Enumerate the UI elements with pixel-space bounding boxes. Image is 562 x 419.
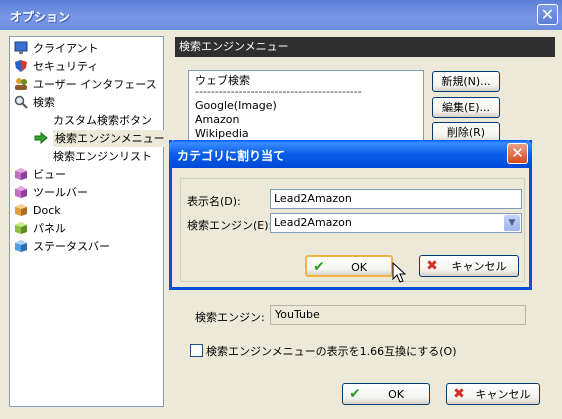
chevron-down-icon[interactable]: ▼	[504, 215, 520, 231]
ok-button[interactable]: ✔ OK	[342, 383, 430, 405]
magnifier-icon	[14, 95, 28, 109]
dialog-engine-select[interactable]: Lead2Amazon ▼	[270, 213, 522, 233]
box-icon	[15, 186, 27, 198]
display-name-label: 表示名(D):	[187, 195, 241, 208]
compat-checkbox-label[interactable]: 検索エンジンメニューの表示を1.66互換にする(O)	[206, 343, 457, 359]
list-separator[interactable]: ----------------------------------------…	[195, 85, 362, 98]
dialog-engine-label: 検索エンジン(E):	[187, 219, 273, 232]
cross-icon: ✖	[453, 386, 465, 402]
cancel-button[interactable]: ✖ キャンセル	[446, 383, 540, 405]
box-icon	[15, 222, 27, 234]
window-close-button[interactable]: ✕	[537, 4, 558, 25]
window-title: オプション	[10, 10, 71, 24]
list-item[interactable]: Google(Image)	[195, 99, 277, 112]
dialog-engine-select-value: Lead2Amazon	[274, 216, 352, 229]
box-icon	[15, 204, 27, 216]
window-titlebar: オプション ✕	[0, 0, 562, 30]
arrow-right-icon	[34, 131, 48, 145]
check-icon: ✔	[349, 386, 361, 402]
new-button[interactable]: 新規(N)...	[432, 71, 500, 92]
dialog-cancel-button[interactable]: ✖ キャンセル	[419, 255, 519, 277]
display-name-input[interactable]: Lead2Amazon	[270, 189, 522, 209]
dialog-title: カテゴリに割り当て	[177, 149, 286, 163]
list-item[interactable]: Amazon	[195, 113, 239, 126]
options-tree[interactable]: クライアント セキュリティ ユーザー インタフェース 検索 カスタム検索ボタン …	[9, 36, 167, 407]
engine-label: 検索エンジン:	[195, 311, 265, 324]
shield-icon	[15, 60, 27, 72]
dialog-titlebar: カテゴリに割り当て ✕	[169, 140, 532, 168]
list-item[interactable]: Wikipedia	[195, 127, 249, 140]
cross-icon: ✖	[426, 258, 438, 274]
dialog-ok-button[interactable]: ✔ OK	[305, 255, 393, 277]
compat-checkbox[interactable]	[190, 344, 203, 357]
engine-value-field: YouTube	[270, 305, 526, 325]
dialog-close-button[interactable]: ✕	[507, 143, 528, 164]
section-heading: 検索エンジンメニュー	[175, 37, 555, 57]
edit-button[interactable]: 編集(E)...	[432, 97, 500, 118]
box-icon	[15, 168, 27, 180]
search-engine-list[interactable]: ウェブ検索 ----------------------------------…	[188, 70, 424, 142]
mouse-cursor-icon	[392, 262, 406, 283]
check-icon: ✔	[313, 259, 325, 275]
users-icon	[15, 78, 27, 90]
box-icon	[15, 240, 27, 252]
monitor-icon	[14, 41, 28, 54]
